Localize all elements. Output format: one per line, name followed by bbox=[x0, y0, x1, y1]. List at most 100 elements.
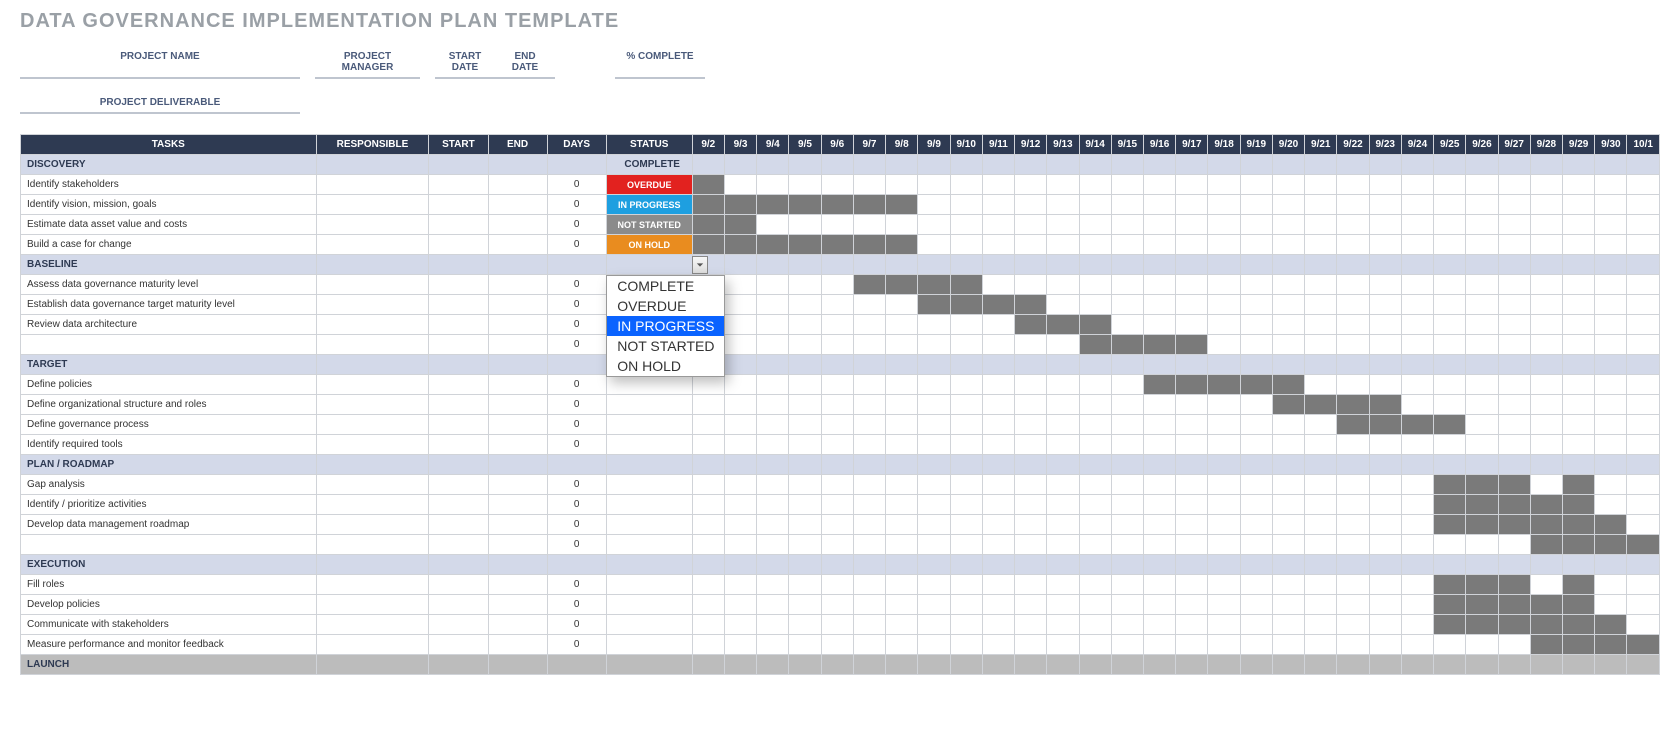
gantt-bar[interactable] bbox=[1627, 635, 1660, 655]
gantt-bar[interactable] bbox=[1079, 335, 1111, 355]
gantt-bar[interactable] bbox=[692, 195, 724, 215]
days-cell[interactable]: 0 bbox=[547, 395, 606, 415]
start-cell[interactable] bbox=[429, 575, 488, 595]
gantt-bar[interactable] bbox=[1369, 415, 1401, 435]
gantt-bar[interactable] bbox=[982, 295, 1014, 315]
days-cell[interactable]: 0 bbox=[547, 515, 606, 535]
task-label[interactable]: Review data architecture bbox=[21, 315, 317, 335]
end-cell[interactable] bbox=[488, 335, 547, 355]
days-cell[interactable]: 0 bbox=[547, 435, 606, 455]
gantt-bar[interactable] bbox=[1466, 475, 1498, 495]
status-cell[interactable] bbox=[606, 495, 692, 515]
task-label[interactable]: Measure performance and monitor feedback bbox=[21, 635, 317, 655]
gantt-bar[interactable] bbox=[821, 195, 853, 215]
end-cell[interactable] bbox=[488, 275, 547, 295]
gantt-bar[interactable] bbox=[1563, 475, 1595, 495]
task-label[interactable]: Fill roles bbox=[21, 575, 317, 595]
responsible-cell[interactable] bbox=[316, 375, 429, 395]
gantt-bar[interactable] bbox=[821, 235, 853, 255]
gantt-bar[interactable] bbox=[1595, 515, 1627, 535]
gantt-bar[interactable] bbox=[692, 175, 724, 195]
status-cell[interactable] bbox=[606, 575, 692, 595]
status-dropdown-option[interactable]: NOT STARTED bbox=[607, 336, 724, 356]
start-cell[interactable] bbox=[429, 375, 488, 395]
gantt-bar[interactable] bbox=[1530, 615, 1562, 635]
gantt-bar[interactable] bbox=[1530, 495, 1562, 515]
task-label[interactable]: Identify required tools bbox=[21, 435, 317, 455]
gantt-bar[interactable] bbox=[1434, 475, 1466, 495]
gantt-bar[interactable] bbox=[1595, 615, 1627, 635]
status-cell[interactable]: IN PROGRESS bbox=[606, 195, 692, 215]
days-cell[interactable]: 0 bbox=[547, 295, 606, 315]
gantt-bar[interactable] bbox=[1305, 395, 1337, 415]
end-cell[interactable] bbox=[488, 435, 547, 455]
meta-end-date[interactable]: END DATE bbox=[495, 47, 555, 79]
responsible-cell[interactable] bbox=[316, 195, 429, 215]
gantt-bar[interactable] bbox=[1079, 315, 1111, 335]
status-dropdown-option[interactable]: ON HOLD bbox=[607, 356, 724, 376]
end-cell[interactable] bbox=[488, 595, 547, 615]
days-cell[interactable]: 0 bbox=[547, 535, 606, 555]
status-cell[interactable] bbox=[606, 535, 692, 555]
task-label[interactable] bbox=[21, 335, 317, 355]
gantt-bar[interactable] bbox=[1047, 315, 1079, 335]
status-dropdown-option[interactable]: OVERDUE bbox=[607, 296, 724, 316]
status-cell[interactable] bbox=[606, 415, 692, 435]
gantt-bar[interactable] bbox=[1466, 515, 1498, 535]
status-cell[interactable]: COMPLETE bbox=[606, 155, 692, 175]
gantt-bar[interactable] bbox=[950, 295, 982, 315]
task-label[interactable]: Establish data governance target maturit… bbox=[21, 295, 317, 315]
status-cell[interactable] bbox=[606, 475, 692, 495]
days-cell[interactable]: 0 bbox=[547, 635, 606, 655]
responsible-cell[interactable] bbox=[316, 435, 429, 455]
gantt-bar[interactable] bbox=[1434, 615, 1466, 635]
task-label[interactable]: Identify vision, mission, goals bbox=[21, 195, 317, 215]
days-cell[interactable]: 0 bbox=[547, 475, 606, 495]
gantt-bar[interactable] bbox=[1530, 515, 1562, 535]
responsible-cell[interactable] bbox=[316, 595, 429, 615]
gantt-bar[interactable] bbox=[1563, 615, 1595, 635]
gantt-bar[interactable] bbox=[853, 195, 885, 215]
gantt-bar[interactable] bbox=[1434, 595, 1466, 615]
task-label[interactable]: Communicate with stakeholders bbox=[21, 615, 317, 635]
gantt-bar[interactable] bbox=[724, 215, 756, 235]
gantt-bar[interactable] bbox=[1208, 375, 1240, 395]
days-cell[interactable]: 0 bbox=[547, 335, 606, 355]
status-cell[interactable] bbox=[606, 595, 692, 615]
status-cell[interactable] bbox=[606, 455, 692, 475]
start-cell[interactable] bbox=[429, 475, 488, 495]
gantt-bar[interactable] bbox=[1240, 375, 1272, 395]
days-cell[interactable]: 0 bbox=[547, 415, 606, 435]
gantt-bar[interactable] bbox=[1466, 595, 1498, 615]
days-cell[interactable]: 0 bbox=[547, 235, 606, 255]
days-cell[interactable]: 0 bbox=[547, 215, 606, 235]
responsible-cell[interactable] bbox=[316, 335, 429, 355]
responsible-cell[interactable] bbox=[316, 635, 429, 655]
task-label[interactable]: Define organizational structure and role… bbox=[21, 395, 317, 415]
task-label[interactable]: Identify / prioritize activities bbox=[21, 495, 317, 515]
responsible-cell[interactable] bbox=[316, 475, 429, 495]
gantt-bar[interactable] bbox=[1498, 515, 1530, 535]
days-cell[interactable]: 0 bbox=[547, 495, 606, 515]
gantt-bar[interactable] bbox=[1434, 495, 1466, 515]
gantt-bar[interactable] bbox=[1176, 375, 1208, 395]
meta-project-deliverable[interactable]: PROJECT DELIVERABLE bbox=[20, 93, 300, 114]
status-dropdown-option[interactable]: IN PROGRESS bbox=[607, 316, 724, 336]
gantt-bar[interactable] bbox=[1530, 595, 1562, 615]
gantt-bar[interactable] bbox=[1434, 575, 1466, 595]
start-cell[interactable] bbox=[429, 315, 488, 335]
gantt-bar[interactable] bbox=[1272, 375, 1304, 395]
start-cell[interactable] bbox=[429, 515, 488, 535]
start-cell[interactable] bbox=[429, 235, 488, 255]
task-label[interactable]: Define governance process bbox=[21, 415, 317, 435]
task-label[interactable]: Define policies bbox=[21, 375, 317, 395]
responsible-cell[interactable] bbox=[316, 615, 429, 635]
status-cell[interactable] bbox=[606, 515, 692, 535]
responsible-cell[interactable] bbox=[316, 235, 429, 255]
gantt-bar[interactable] bbox=[886, 275, 918, 295]
gantt-bar[interactable] bbox=[886, 235, 918, 255]
gantt-bar[interactable] bbox=[1015, 295, 1047, 315]
task-label[interactable]: Develop policies bbox=[21, 595, 317, 615]
responsible-cell[interactable] bbox=[316, 275, 429, 295]
gantt-bar[interactable] bbox=[1627, 535, 1660, 555]
